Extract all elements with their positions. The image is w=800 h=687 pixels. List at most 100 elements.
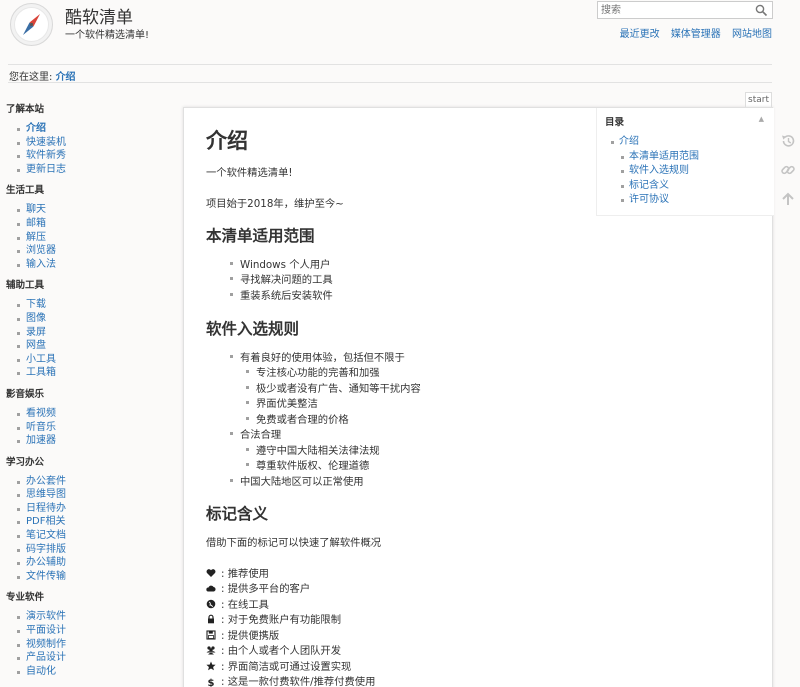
sidebar-item-label[interactable]: 日程待办 [26,503,66,514]
recent-changes-link[interactable]: 最近更改 [620,29,660,40]
mark-label: : 推荐使用 [221,568,269,580]
table-of-contents: 目录 ▲ 介绍 本清单适用范围 软件入选规则 标记含义 许可协议 [596,108,774,216]
sidebar-item[interactable]: 日程待办 [17,502,171,516]
sidebar-item-label[interactable]: 小工具 [26,354,56,365]
sidebar-item[interactable]: 演示软件 [17,610,171,624]
sidebar-list: 办公套件 思维导图 日程待办 PDF相关 笔记文档 码字排版 办公辅助 文件传输 [17,475,171,584]
page-id-tab[interactable]: start [745,92,772,107]
sidebar-item[interactable]: 快速装机 [17,136,171,150]
sidebar-item[interactable]: 录屏 [17,326,171,340]
sidebar-item[interactable]: 下载 [17,298,171,312]
mark-row: $: 这是一款付费软件/推荐付费使用 [206,673,376,687]
sidebar-item[interactable]: 办公套件 [17,475,171,489]
sidebar-item-label[interactable]: 网盘 [26,340,46,351]
sidebar-item-label[interactable]: 演示软件 [26,611,66,622]
sidebar-item[interactable]: 邮箱 [17,217,171,231]
sidebar-item-label[interactable]: 图像 [26,313,46,324]
sidebar-item-label[interactable]: 下载 [26,299,46,310]
sidebar-item-label[interactable]: 听音乐 [26,422,56,433]
sidebar-list: 介绍 快速装机 软件新秀 更新日志 [17,122,171,176]
sidebar-item[interactable]: 图像 [17,312,171,326]
sidebar-item-label[interactable]: 浏览器 [26,245,56,256]
toc-link[interactable]: 软件入选规则 [629,165,689,176]
backlinks-icon[interactable] [780,162,796,178]
mark-row: : 界面简洁或可通过设置实现 [206,658,351,673]
sidebar-item[interactable]: 视频制作 [17,638,171,652]
sitemap-link[interactable]: 网站地图 [732,29,772,40]
toc-link[interactable]: 许可协议 [629,194,669,205]
site-title[interactable]: 酷软清单 [65,3,133,28]
sidebar-item[interactable]: 码字排版 [17,543,171,557]
sidebar-item[interactable]: 看视频 [17,407,171,421]
sidebar-item-label[interactable]: 看视频 [26,408,56,419]
sidebar-item-label[interactable]: 加速器 [26,435,56,446]
sidebar-item-label[interactable]: 软件新秀 [26,150,66,161]
toc-link[interactable]: 标记含义 [629,180,669,191]
old-revisions-icon[interactable] [780,133,796,149]
sidebar-item[interactable]: 解压 [17,231,171,245]
sidebar-item[interactable]: 听音乐 [17,421,171,435]
sidebar-item-label[interactable]: 笔记文档 [26,530,66,541]
toc-item[interactable]: 介绍 [611,135,699,150]
sidebar-item[interactable]: 工具箱 [17,366,171,380]
toc-item[interactable]: 本清单适用范围 [621,150,699,165]
mark-row: : 对于免费账户有功能限制 [206,611,341,626]
sidebar-section-title: 生活工具 [6,185,45,197]
sidebar-item-label[interactable]: 自动化 [26,666,56,677]
sidebar-item-label[interactable]: 办公辅助 [26,557,66,568]
sidebar-item-label[interactable]: 介绍 [26,123,46,134]
media-manager-link[interactable]: 媒体管理器 [671,29,721,40]
sidebar-item[interactable]: 网盘 [17,339,171,353]
sidebar-item[interactable]: 浏览器 [17,244,171,258]
sidebar-item[interactable]: 输入法 [17,258,171,272]
search-input[interactable] [598,2,748,18]
sidebar-item[interactable]: 文件传输 [17,570,171,584]
toc-item[interactable]: 软件入选规则 [621,164,699,179]
sidebar-item[interactable]: 小工具 [17,353,171,367]
toc-item[interactable]: 标记含义 [621,179,699,194]
list-item: Windows 个人用户 [230,256,330,271]
sidebar-item-label[interactable]: 聊天 [26,204,46,215]
intro-text: 一个软件精选清单! [206,167,293,179]
sidebar-item-label[interactable]: 解压 [26,232,46,243]
sidebar-item[interactable]: 思维导图 [17,488,171,502]
sidebar-item-label[interactable]: 平面设计 [26,625,66,636]
search-icon[interactable] [755,4,768,17]
sidebar-item-label[interactable]: 产品设计 [26,652,66,663]
toc-title[interactable]: 目录 [605,114,624,128]
sidebar-item-label[interactable]: 思维导图 [26,489,66,500]
sidebar-item[interactable]: 平面设计 [17,624,171,638]
search-box [597,1,773,19]
save-icon [206,630,216,640]
sidebar-item-label[interactable]: 办公套件 [26,476,66,487]
sidebar-item[interactable]: 软件新秀 [17,149,171,163]
sidebar-item[interactable]: 自动化 [17,665,171,679]
sidebar-item[interactable]: 产品设计 [17,651,171,665]
sidebar-item[interactable]: 介绍 [17,122,171,136]
sidebar-item-label[interactable]: 文件传输 [26,571,66,582]
marks-intro: 借助下面的标记可以快速了解软件概况 [206,537,382,549]
sidebar-item[interactable]: PDF相关 [17,515,171,529]
site-logo-compass-icon[interactable] [9,2,54,47]
toc-link[interactable]: 本清单适用范围 [629,151,699,162]
sidebar-item-label[interactable]: 快速装机 [26,137,66,148]
toc-link[interactable]: 介绍 [619,136,639,147]
header-divider [8,64,772,65]
sidebar-item-label[interactable]: 邮箱 [26,218,46,229]
sidebar-item[interactable]: 办公辅助 [17,556,171,570]
sidebar-item-label[interactable]: 工具箱 [26,367,56,378]
sidebar-item-label[interactable]: 更新日志 [26,164,66,175]
toc-collapse-icon[interactable]: ▲ [759,115,764,123]
back-to-top-icon[interactable] [780,191,796,207]
sidebar-item-label[interactable]: 码字排版 [26,544,66,555]
sidebar-item[interactable]: 更新日志 [17,163,171,177]
sidebar-item-label[interactable]: 输入法 [26,259,56,270]
toc-item[interactable]: 许可协议 [621,193,699,208]
sidebar-item[interactable]: 聊天 [17,203,171,217]
sidebar-item-label[interactable]: 视频制作 [26,639,66,650]
sidebar-item-label[interactable]: 录屏 [26,327,46,338]
mark-label: : 界面简洁或可通过设置实现 [221,661,352,673]
sidebar-item[interactable]: 加速器 [17,434,171,448]
sidebar-item[interactable]: 笔记文档 [17,529,171,543]
sidebar-item-label[interactable]: PDF相关 [26,516,65,527]
